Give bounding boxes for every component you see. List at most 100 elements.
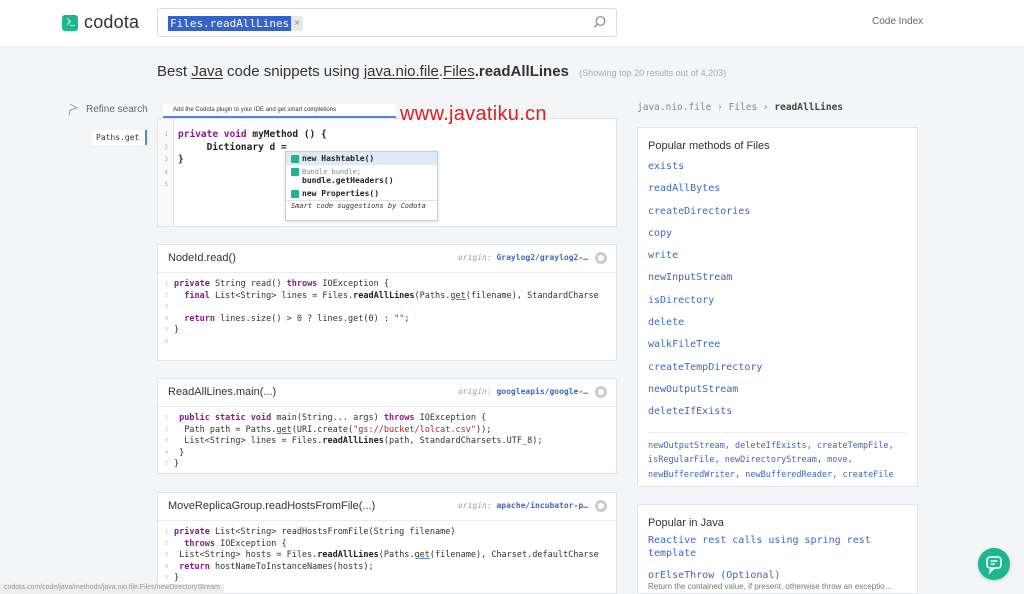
line-number: 1 (164, 131, 168, 138)
method-link[interactable]: move, (827, 455, 853, 465)
snippet-card: ReadAllLines.main(...) origin: googleapi… (157, 378, 617, 474)
completion-footer: Smart code suggestions by Codota (286, 200, 437, 211)
method-link[interactable]: createDirectories (638, 201, 917, 223)
search-chip[interactable]: Files.readAllLines × (168, 16, 304, 31)
java-list: Reactive rest calls using spring rest te… (638, 534, 917, 582)
refine-label: Refine search (86, 103, 148, 115)
method-link[interactable]: isRegularFile, (648, 455, 720, 465)
method-link[interactable]: newBufferedWriter, (648, 470, 740, 480)
title-class-link[interactable]: Files (443, 63, 475, 80)
method-link[interactable]: copy (638, 223, 917, 245)
completion-item[interactable]: Bundle bundle; bundle.getHeaders() (286, 165, 437, 187)
method-link[interactable]: isDirectory (638, 290, 917, 312)
completion-item[interactable]: new Properties() (286, 187, 437, 200)
popular-methods-panel: Popular methods of Files exists readAllB… (637, 127, 918, 487)
watermark: www.javatiku.cn (400, 103, 547, 125)
snippet-origin[interactable]: origin: googleapis/google-… (458, 387, 588, 396)
suggestion-icon (291, 190, 299, 198)
chat-bubble-icon (986, 556, 1002, 575)
code-line: 4 return hostNameToInstanceNames(hosts); (165, 561, 374, 572)
funnel-icon (68, 103, 79, 116)
status-url: codota.com/code/java/methods/java.nio.fi… (0, 584, 224, 594)
method-link[interactable]: newBufferedReader, (745, 470, 837, 480)
line-number: 5 (164, 181, 168, 188)
snippet-card: MoveReplicaGroup.readHostsFromFile(...) … (157, 492, 617, 594)
snippet-origin[interactable]: origin: apache/incubator-p… (458, 501, 588, 510)
code-line: 5} (165, 573, 180, 583)
suggestion-icon (291, 168, 299, 176)
code-line: 5} (165, 325, 180, 335)
snippet-card: NodeId.read() origin: Graylog2/graylog2-… (157, 244, 617, 361)
terminal-prompt-icon (62, 14, 78, 31)
logo[interactable]: codota (62, 12, 139, 33)
github-icon[interactable] (595, 252, 607, 264)
code-index-link[interactable]: Code Index (872, 16, 923, 27)
method-link[interactable]: newOutputStream (638, 379, 917, 401)
snippet-header: MoveReplicaGroup.readHostsFromFile(...) … (158, 493, 616, 521)
line-number: 2 (164, 143, 168, 151)
snippet-title[interactable]: NodeId.read() (168, 252, 236, 264)
method-link[interactable]: createFile (843, 470, 894, 480)
code-line: 1 private String read() throws IOExceptio… (165, 279, 389, 289)
plugin-promo-tab[interactable]: Add the Codota plugin to your IDE and ge… (163, 104, 396, 118)
github-icon[interactable] (595, 386, 607, 398)
suggestion-icon (291, 155, 299, 163)
method-link[interactable]: newDirectoryStream, (725, 455, 822, 465)
title-middle: code snippets using (227, 63, 360, 80)
java-link[interactable]: Reactive rest calls using spring rest te… (638, 534, 917, 560)
snippet-code: 1 public static void main(String... args… (158, 407, 616, 477)
logo-text: codota (84, 12, 140, 32)
snippet-header: ReadAllLines.main(...) origin: googleapi… (158, 379, 616, 407)
search-input[interactable]: Files.readAllLines × (157, 8, 617, 37)
code-line: 1 private List<String> readHostsFromFile(… (165, 527, 456, 537)
line-number: 3 (164, 156, 168, 163)
method-link[interactable]: newInputStream (638, 267, 917, 289)
title-package-link[interactable]: java.nio.file (364, 63, 439, 80)
code-line: 4 } (165, 447, 185, 458)
refine-search[interactable]: Refine search (68, 102, 148, 116)
refine-chip-paths-get[interactable]: Paths.get (92, 130, 147, 145)
chip-close-icon[interactable]: × (291, 18, 303, 29)
search-chip-label: Files.readAllLines (168, 16, 292, 31)
java-link[interactable]: orElseThrow (Optional) (638, 569, 917, 582)
github-icon[interactable] (595, 500, 607, 512)
snippet-title[interactable]: ReadAllLines.main(...) (168, 386, 276, 398)
method-link[interactable]: newOutputStream, (648, 441, 730, 451)
page-title: Best Java code snippets using java.nio.f… (157, 63, 727, 80)
editor-gutter: 1 2 3 4 5 (158, 119, 174, 226)
code-line: 2 throws IOException { (165, 538, 287, 549)
method-link[interactable]: delete (638, 312, 917, 334)
chat-button[interactable] (978, 548, 1010, 580)
code-line: 3 List<String> lines = Files.readAllLine… (165, 436, 543, 446)
snippet-code: 1 private String read() throws IOExceptio… (158, 273, 616, 354)
title-method: .readAllLines (474, 63, 569, 80)
code-line: 2 Path path = Paths.get(URI.create("gs:/… (165, 424, 492, 435)
method-link[interactable]: exists (638, 156, 917, 178)
method-link[interactable]: deleteIfExists (638, 401, 917, 423)
title-language-link[interactable]: Java (191, 63, 223, 80)
method-link[interactable]: createTempFile, (817, 441, 894, 451)
snippet-title[interactable]: MoveReplicaGroup.readHostsFromFile(...) (168, 500, 375, 512)
completion-item[interactable]: new Hashtable() (286, 152, 437, 165)
snippet-header: NodeId.read() origin: Graylog2/graylog2-… (158, 245, 616, 273)
breadcrumb: java.nio.file › Files › readAllLines (637, 102, 844, 113)
method-link[interactable]: readAllBytes (638, 178, 917, 200)
method-link[interactable]: deleteIfExists, (735, 441, 812, 451)
popular-in-java-title: Popular in Java (648, 517, 724, 529)
code-line: 3 List<String> hosts = Files.readAllLine… (165, 550, 599, 560)
popular-methods-title: Popular methods of Files (648, 140, 770, 152)
snippet-origin[interactable]: origin: Graylog2/graylog2-… (458, 253, 588, 262)
code-line: 1 public static void main(String... args… (165, 413, 487, 423)
completion-popup: new Hashtable() Bundle bundle; bundle.get… (285, 151, 438, 221)
breadcrumb-class[interactable]: Files (729, 102, 758, 113)
method-link[interactable]: write (638, 245, 917, 267)
method-list: exists readAllBytes createDirectories co… (638, 156, 917, 424)
method-link[interactable]: createTempDirectory (638, 357, 917, 379)
code-line: 6 (165, 338, 169, 345)
code-line: 3 (165, 304, 169, 310)
result-count: (Showing top 20 results out of 4,203) (579, 68, 727, 78)
breadcrumb-package[interactable]: java.nio.file (637, 102, 711, 113)
method-link[interactable]: walkFileTree (638, 334, 917, 356)
breadcrumb-method: readAllLines (774, 102, 844, 113)
magnifier-icon[interactable] (593, 15, 607, 29)
